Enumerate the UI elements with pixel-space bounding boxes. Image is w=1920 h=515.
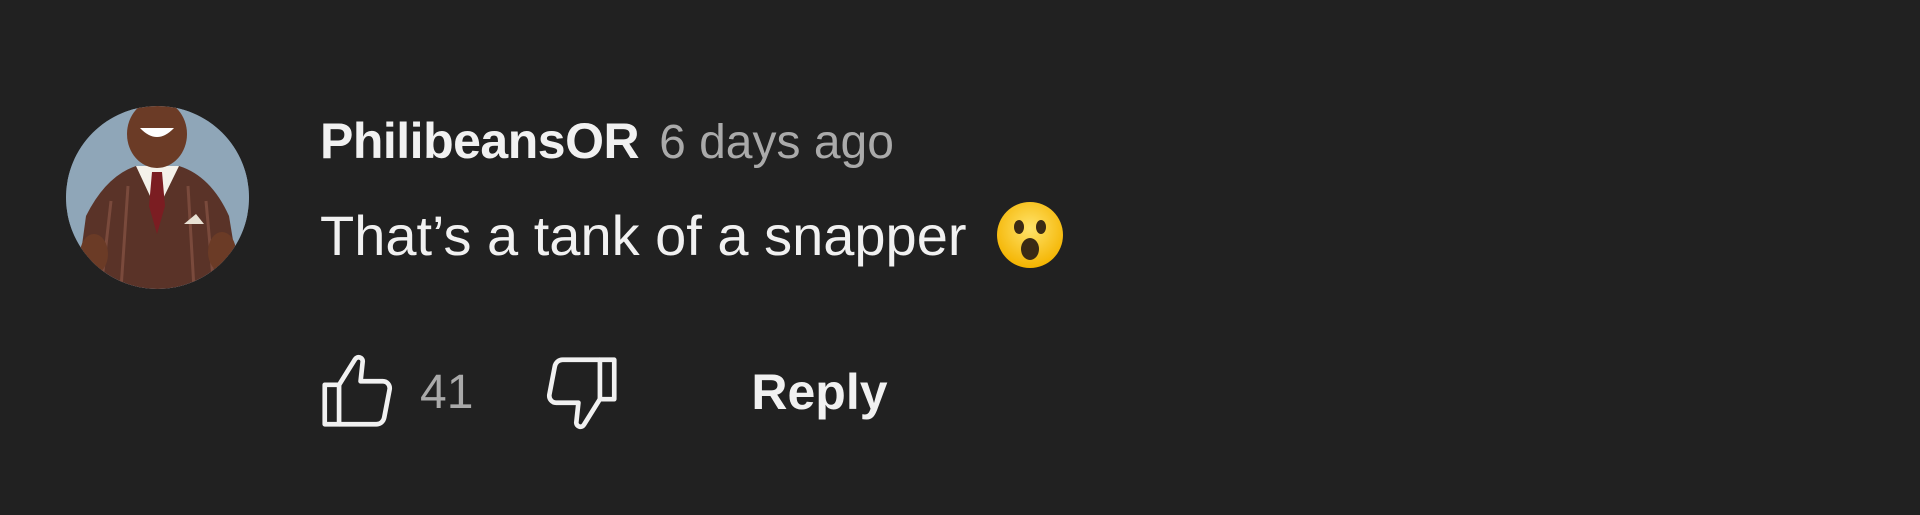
comment-timestamp[interactable]: 6 days ago (659, 115, 894, 170)
comment-text-row: That’s a tank of a snapper (320, 202, 1880, 268)
avatar[interactable] (66, 106, 249, 289)
comment-text: That’s a tank of a snapper (320, 203, 967, 267)
comment-body: PhilibeansOR 6 days ago That’s a tank of… (320, 112, 1880, 268)
reply-button[interactable]: Reply (751, 363, 887, 421)
like-button[interactable] (314, 349, 400, 435)
like-count: 41 (420, 365, 474, 419)
thumbs-down-icon (539, 349, 625, 435)
avatar-image (66, 106, 249, 289)
comment-header: PhilibeansOR 6 days ago (320, 112, 1880, 176)
dislike-button[interactable] (539, 349, 625, 435)
astonished-face-emoji-icon (995, 200, 1065, 270)
author-name[interactable]: PhilibeansOR (320, 112, 640, 170)
comment-actions: 41 Reply (314, 352, 888, 432)
comment-thread: PhilibeansOR 6 days ago That’s a tank of… (0, 0, 1920, 515)
thumbs-up-icon (314, 349, 400, 435)
